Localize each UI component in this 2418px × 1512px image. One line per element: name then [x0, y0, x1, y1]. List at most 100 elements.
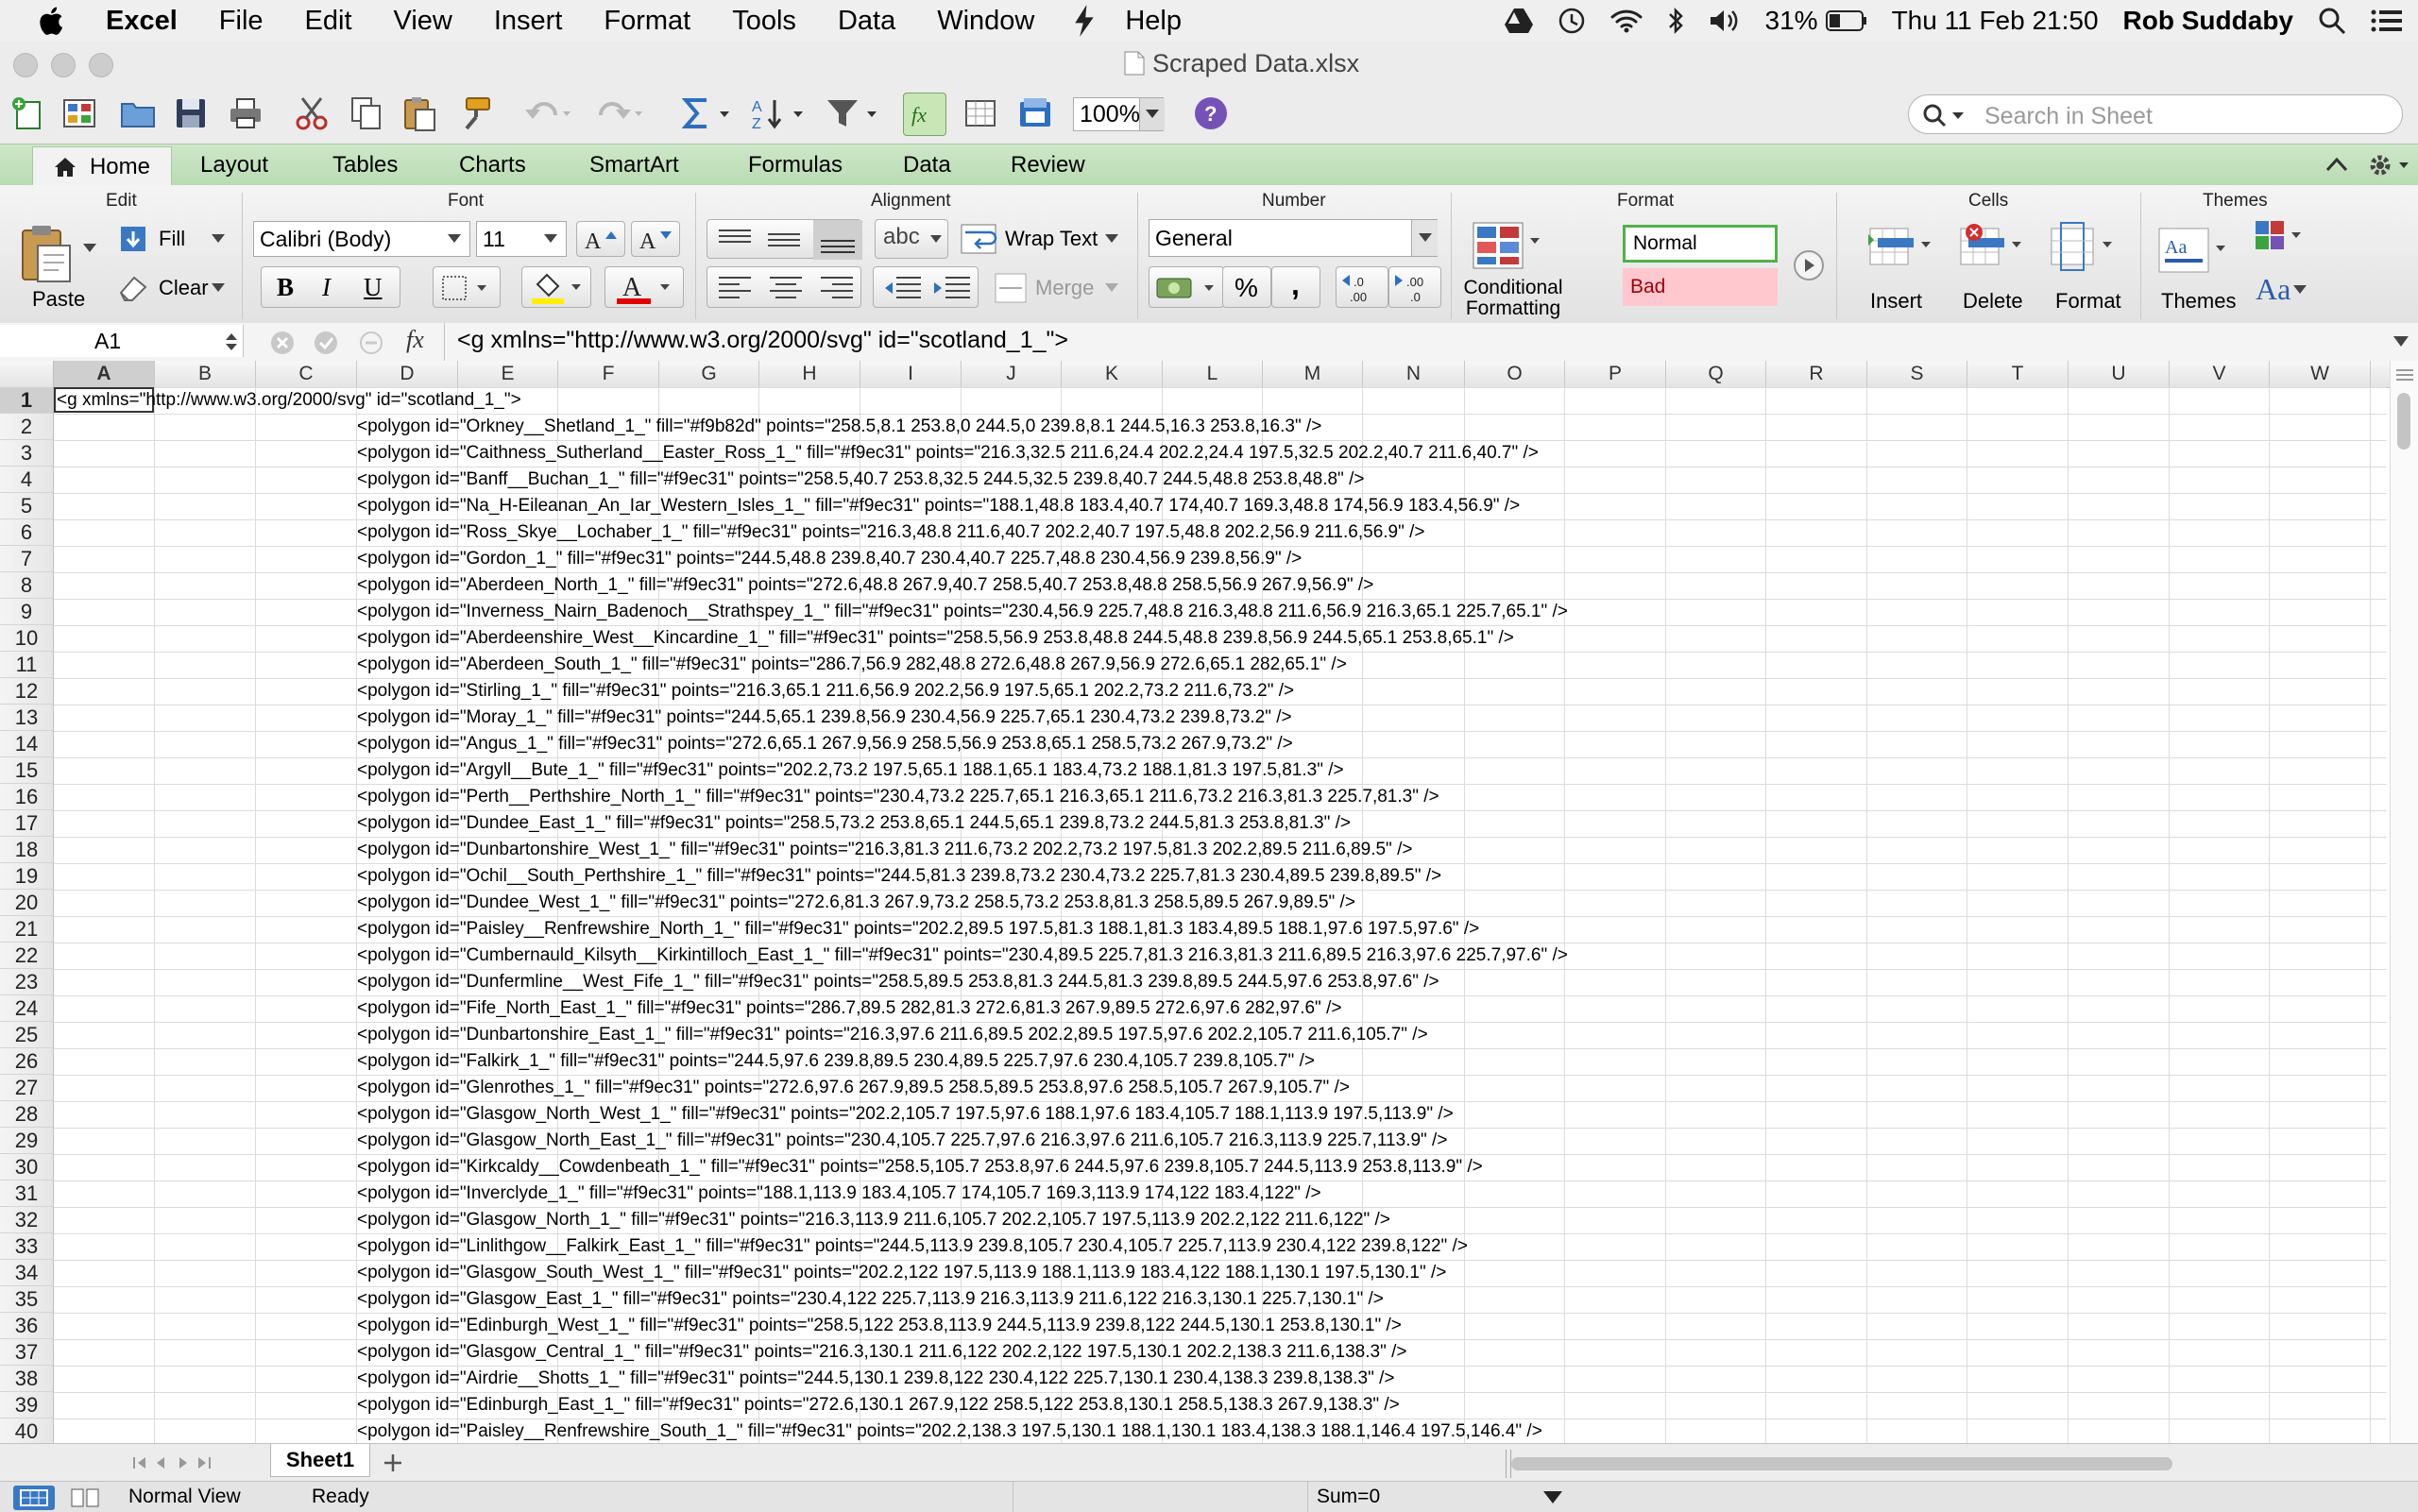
row-header[interactable]: 14 — [0, 731, 53, 757]
clear-dropdown-icon[interactable] — [212, 283, 225, 293]
collapse-ribbon-icon[interactable] — [2325, 156, 2348, 173]
cell-d10[interactable]: <polygon id="Aberdeenshire_West__Kincard… — [357, 625, 1514, 652]
toggle-edit-icon[interactable] — [357, 329, 391, 357]
row-header[interactable]: 13 — [0, 705, 53, 731]
column-header-k[interactable]: K — [1062, 361, 1163, 387]
split-handle-icon[interactable] — [2394, 365, 2415, 385]
menu-edit[interactable]: Edit — [305, 6, 352, 37]
themes-button[interactable]: Themes — [2161, 289, 2236, 314]
increase-font-size-button[interactable]: A — [576, 221, 625, 257]
themes-icon[interactable]: Aa — [2157, 225, 2233, 276]
vertical-scroll-thumb[interactable] — [2397, 393, 2410, 450]
font-size-dropdown-icon[interactable] — [544, 234, 557, 244]
text-orientation-button[interactable]: abc — [875, 219, 948, 259]
wifi-icon[interactable] — [1610, 8, 1643, 33]
row-header[interactable]: 3 — [0, 440, 53, 467]
cell-d30[interactable]: <polygon id="Kirkcaldy__Cowdenbeath_1_" … — [357, 1154, 1483, 1181]
column-header-p[interactable]: P — [1565, 361, 1666, 387]
cancel-entry-icon[interactable] — [268, 329, 297, 357]
row-header[interactable]: 5 — [0, 493, 53, 519]
name-box[interactable]: A1 — [0, 325, 244, 357]
merge-icon[interactable] — [994, 272, 1028, 304]
cell-d26[interactable]: <polygon id="Falkirk_1_" fill="#f9ec31" … — [357, 1048, 1315, 1075]
cell-d18[interactable]: <polygon id="Dunbartonshire_West_1_" fil… — [357, 837, 1412, 863]
cell-d32[interactable]: <polygon id="Glasgow_North_1_" fill="#f9… — [357, 1207, 1390, 1233]
format-cells-icon[interactable] — [2046, 221, 2118, 272]
fill-dropdown-icon[interactable] — [212, 234, 225, 244]
formula-content[interactable]: <g xmlns="http://www.w3.org/2000/svg" id… — [457, 327, 1068, 354]
merge-button[interactable]: Merge — [1035, 276, 1094, 300]
column-header-w[interactable]: W — [2270, 361, 2371, 387]
cell-d33[interactable]: <polygon id="Linlithgow__Falkirk_East_1_… — [357, 1233, 1468, 1260]
cell-d36[interactable]: <polygon id="Edinburgh_West_1_" fill="#f… — [357, 1313, 1402, 1339]
number-format-dropdown-button[interactable] — [1411, 220, 1438, 256]
cell-d22[interactable]: <polygon id="Cumbernauld_Kilsyth__Kirkin… — [357, 943, 1568, 969]
column-header-o[interactable]: O — [1465, 361, 1565, 387]
spotlight-search-icon[interactable] — [2318, 7, 2346, 35]
copy-icon[interactable] — [348, 94, 385, 132]
tab-formulas[interactable]: Formulas — [748, 144, 843, 186]
cell-d3[interactable]: <polygon id="Caithness_Sutherland__Easte… — [357, 440, 1539, 467]
styles-gallery-next-icon[interactable] — [1793, 249, 1825, 281]
cell-d8[interactable]: <polygon id="Aberdeen_North_1_" fill="#f… — [357, 572, 1373, 599]
toolbox-icon[interactable] — [1016, 94, 1054, 132]
row-header[interactable]: 1 — [0, 387, 53, 414]
column-header-r[interactable]: R — [1766, 361, 1867, 387]
cell-d20[interactable]: <polygon id="Dundee_West_1_" fill="#f9ec… — [357, 890, 1355, 916]
row-header[interactable]: 23 — [0, 969, 53, 995]
wrap-text-dropdown-icon[interactable] — [1105, 234, 1118, 244]
row-header[interactable]: 17 — [0, 810, 53, 837]
cell-d37[interactable]: <polygon id="Glasgow_Central_1_" fill="#… — [357, 1339, 1407, 1366]
row-header[interactable]: 18 — [0, 837, 53, 863]
paste-clipboard-icon[interactable] — [19, 225, 76, 283]
cell-d25[interactable]: <polygon id="Dunbartonshire_East_1_" fil… — [357, 1022, 1428, 1048]
wrap-text-icon[interactable] — [960, 223, 997, 255]
tab-data[interactable]: Data — [903, 144, 951, 186]
cell-d19[interactable]: <polygon id="Ochil__South_Perthshire_1_"… — [357, 863, 1441, 890]
clock[interactable]: Thu 11 Feb 21:50 — [1892, 6, 2099, 36]
menu-file[interactable]: File — [219, 6, 264, 37]
number-format-field[interactable]: General — [1149, 219, 1438, 257]
row-header[interactable]: 12 — [0, 678, 53, 705]
column-header-a[interactable]: A — [54, 361, 155, 387]
time-machine-icon[interactable] — [1558, 7, 1586, 35]
cell-d11[interactable]: <polygon id="Aberdeen_South_1_" fill="#f… — [357, 652, 1347, 678]
cell-d14[interactable]: <polygon id="Angus_1_" fill="#f9ec31" po… — [357, 731, 1293, 757]
theme-fonts-button[interactable]: Aa — [2256, 272, 2290, 307]
help-icon[interactable]: ? — [1192, 94, 1230, 132]
column-header-g[interactable]: G — [659, 361, 759, 387]
conditional-formatting-icon[interactable] — [1472, 219, 1543, 272]
row-header[interactable]: 6 — [0, 519, 53, 546]
redo-icon[interactable] — [593, 94, 646, 132]
decrease-indent-icon[interactable] — [881, 275, 923, 301]
cell-d27[interactable]: <polygon id="Glenrothes_1_" fill="#f9ec3… — [357, 1075, 1350, 1101]
currency-format-button[interactable] — [1149, 266, 1224, 308]
autosum-icon[interactable] — [678, 94, 735, 132]
save-icon[interactable] — [172, 94, 210, 132]
increase-indent-icon[interactable] — [930, 275, 972, 301]
notification-center-icon[interactable] — [2371, 8, 2403, 33]
vertical-scrollbar[interactable] — [2390, 361, 2418, 1443]
insert-function-button[interactable]: fx — [406, 326, 424, 354]
sort-icon[interactable]: AZ — [750, 94, 809, 132]
bold-button[interactable]: B — [277, 273, 294, 302]
row-header[interactable]: 27 — [0, 1075, 53, 1101]
cell-d5[interactable]: <polygon id="Na_H-Eileanan_An_Iar_Wester… — [357, 493, 1520, 519]
font-color-button[interactable]: A — [604, 266, 684, 308]
filter-icon[interactable] — [824, 94, 882, 132]
format-cells-button[interactable]: Format — [2055, 289, 2121, 314]
cell-d31[interactable]: <polygon id="Inverclyde_1_" fill="#f9ec3… — [357, 1181, 1321, 1207]
format-painter-icon[interactable] — [457, 94, 495, 132]
minimize-window-button[interactable] — [51, 53, 76, 77]
print-icon[interactable] — [227, 94, 264, 132]
decrease-decimal-button[interactable]: .00.0 — [1388, 266, 1441, 308]
row-header[interactable]: 4 — [0, 467, 53, 493]
column-header-h[interactable]: H — [759, 361, 860, 387]
row-header[interactable]: 24 — [0, 995, 53, 1022]
column-header-q[interactable]: Q — [1666, 361, 1766, 387]
new-document-icon[interactable] — [9, 94, 47, 132]
menu-tools[interactable]: Tools — [732, 6, 796, 37]
align-right-icon[interactable] — [819, 275, 855, 301]
expand-formula-bar-icon[interactable] — [2393, 336, 2409, 348]
row-header[interactable]: 32 — [0, 1207, 53, 1233]
